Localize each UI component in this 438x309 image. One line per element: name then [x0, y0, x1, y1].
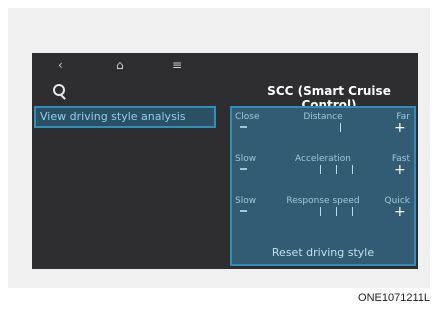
response-speed-tick [352, 207, 353, 216]
menu-icon[interactable]: ≡ [172, 59, 182, 71]
back-icon[interactable]: ‹ [58, 59, 63, 71]
acceleration-increase-button[interactable]: + [394, 163, 406, 177]
home-icon[interactable]: ⌂ [116, 59, 124, 71]
distance-title: Distance [303, 112, 343, 122]
search-icon[interactable] [53, 84, 67, 100]
acceleration-title: Acceleration [295, 154, 351, 164]
distance-increase-button[interactable]: + [394, 121, 406, 135]
response-speed-setting-row: Slow Response speed Quick + [232, 196, 414, 236]
acceleration-setting-row: Slow Acceleration Fast + [232, 154, 414, 194]
figure-caption: ONE1071211L [358, 292, 430, 304]
reset-driving-style-button[interactable]: Reset driving style [230, 242, 416, 264]
response-speed-decrease-button[interactable] [240, 210, 247, 212]
distance-setting-row: Close Distance Far + [232, 112, 414, 152]
response-speed-increase-button[interactable]: + [394, 205, 406, 219]
response-speed-tick [336, 207, 337, 216]
distance-tick [340, 123, 341, 132]
acceleration-decrease-button[interactable] [240, 168, 247, 170]
search-lens [53, 84, 65, 96]
acceleration-tick [352, 165, 353, 174]
response-speed-tick [320, 207, 321, 216]
top-bar: ‹ ⌂ ≡ [32, 53, 418, 79]
acceleration-tick [336, 165, 337, 174]
distance-decrease-button[interactable] [240, 126, 247, 128]
view-driving-style-analysis-item[interactable]: View driving style analysis [34, 106, 216, 128]
acceleration-tick [320, 165, 321, 174]
